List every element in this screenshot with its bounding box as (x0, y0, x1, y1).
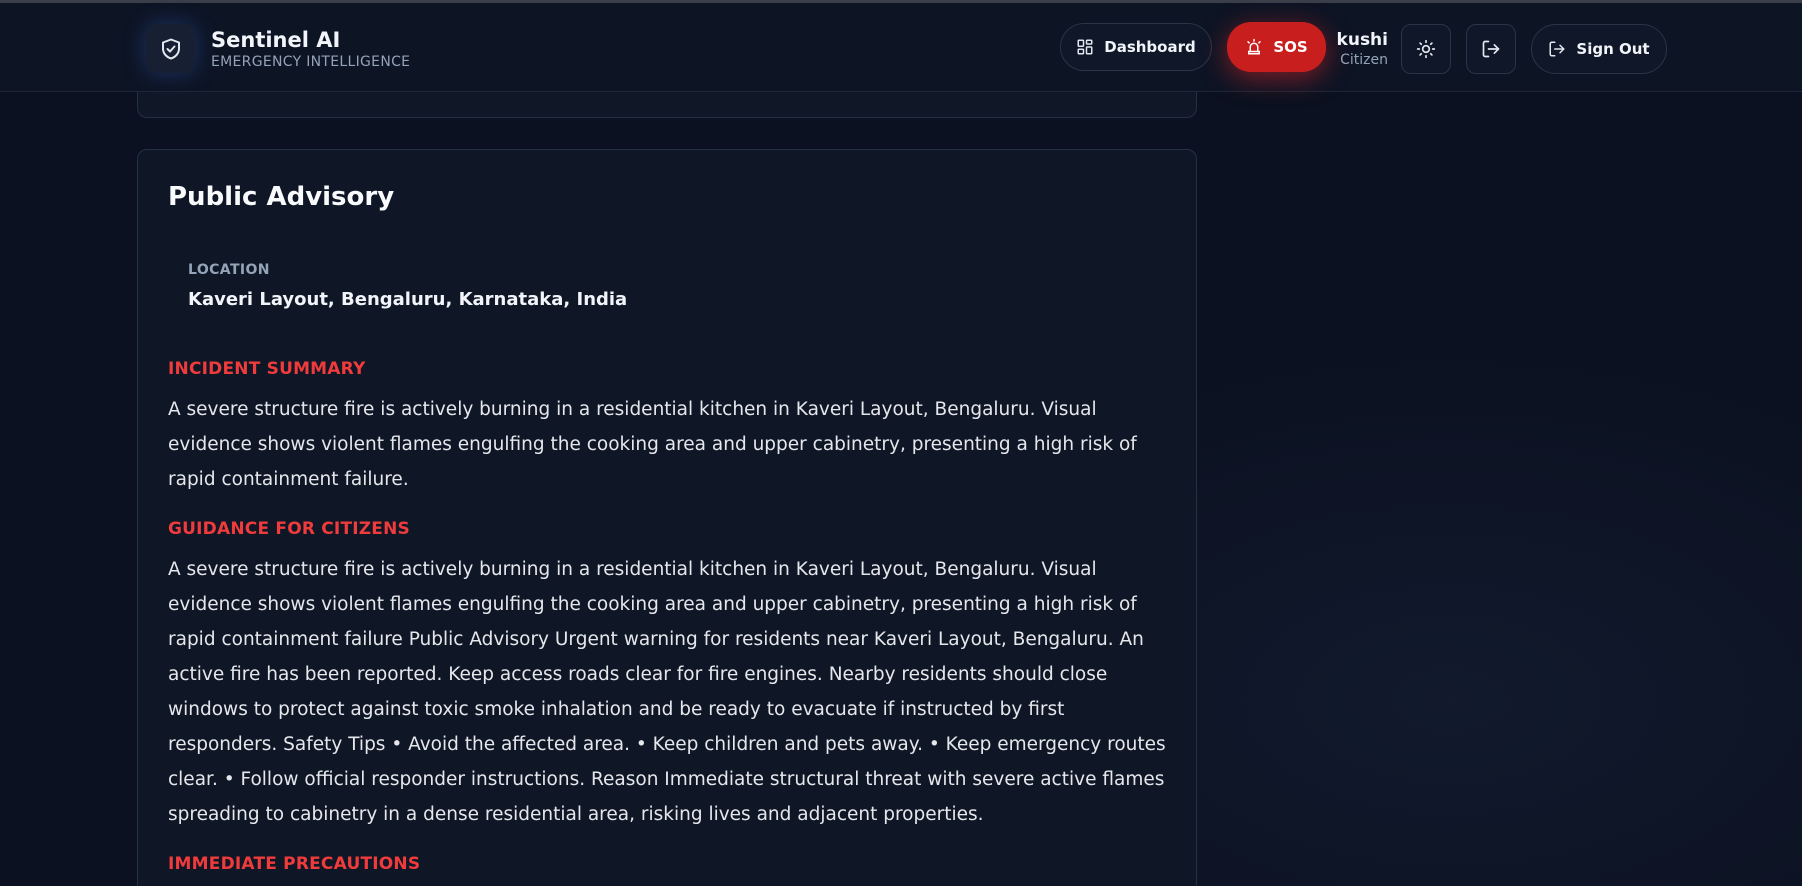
grid-icon (1076, 38, 1094, 56)
guidance-text: A severe structure fire is actively burn… (168, 559, 1166, 825)
brand[interactable]: Sentinel AI EMERGENCY INTELLIGENCE (146, 24, 410, 73)
sign-out-button[interactable]: Sign Out (1531, 24, 1667, 74)
user-info: kushi Citizen (1336, 29, 1388, 69)
app-header: Sentinel AI EMERGENCY INTELLIGENCE Dashb… (0, 3, 1802, 92)
advisory-title: Public Advisory (168, 182, 395, 212)
incident-summary-text: A severe structure fire is actively burn… (168, 399, 1137, 490)
logout-icon (1548, 40, 1566, 58)
logout-icon (1481, 39, 1501, 59)
precautions-heading: IMMEDIATE PRECAUTIONS (168, 854, 421, 874)
user-name: kushi (1336, 30, 1388, 50)
location-label: LOCATION (188, 262, 270, 278)
dashboard-label: Dashboard (1104, 38, 1196, 56)
public-advisory-card: Public Advisory LOCATION Kaveri Layout, … (137, 149, 1197, 886)
theme-toggle-button[interactable] (1401, 24, 1451, 74)
sign-out-label: Sign Out (1576, 40, 1650, 58)
siren-icon (1245, 38, 1263, 56)
guidance-heading: GUIDANCE FOR CITIZENS (168, 519, 410, 539)
location-value: Kaveri Layout, Bengaluru, Karnataka, Ind… (188, 289, 628, 310)
incident-summary-heading: INCIDENT SUMMARY (168, 359, 366, 379)
sos-label: SOS (1273, 38, 1308, 56)
logout-icon-button[interactable] (1466, 24, 1516, 74)
brand-subtitle: EMERGENCY INTELLIGENCE (211, 53, 411, 70)
dashboard-button[interactable]: Dashboard (1060, 23, 1212, 71)
brand-name: Sentinel AI (211, 27, 341, 52)
shield-check-icon (146, 24, 195, 73)
user-role: Citizen (1340, 52, 1388, 68)
sos-button[interactable]: SOS (1227, 22, 1326, 72)
sun-icon (1416, 39, 1436, 59)
